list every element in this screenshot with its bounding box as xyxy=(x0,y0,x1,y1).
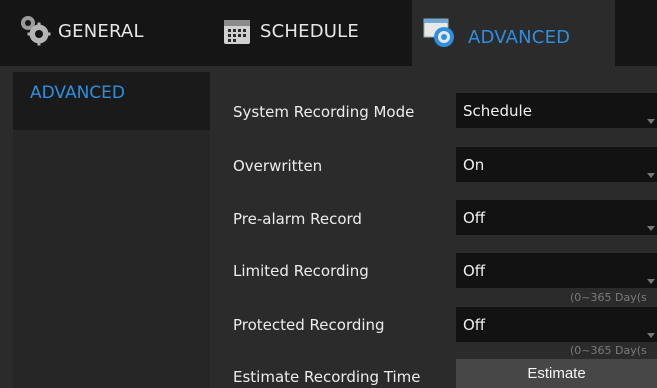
tab-schedule[interactable]: SCHEDULE xyxy=(220,0,359,66)
pre-alarm-record-value: Off xyxy=(463,208,486,227)
system-recording-mode-value: Schedule xyxy=(463,101,532,120)
system-recording-mode-select[interactable]: Schedule xyxy=(456,93,657,128)
pre-alarm-record-select[interactable]: Off xyxy=(456,200,657,235)
limited-recording-hint: (0~365 Day(s xyxy=(570,291,647,304)
gear-icon xyxy=(18,14,52,53)
protected-recording-hint: (0~365 Day(s xyxy=(570,344,647,357)
limited-recording-label: Limited Recording xyxy=(233,262,369,280)
calendar-icon xyxy=(220,14,254,53)
tab-advanced[interactable]: ADVANCED xyxy=(412,0,615,66)
estimate-button[interactable]: Estimate xyxy=(456,359,657,388)
sidebar-item-label: ADVANCED xyxy=(30,83,126,103)
chevron-down-icon xyxy=(647,333,655,338)
overwritten-value: On xyxy=(463,155,485,174)
protected-recording-label: Protected Recording xyxy=(233,316,385,334)
limited-recording-select[interactable]: Off xyxy=(456,253,657,288)
chevron-down-icon xyxy=(647,173,655,178)
chevron-down-icon xyxy=(647,279,655,284)
protected-recording-value: Off xyxy=(463,315,486,334)
protected-recording-select[interactable]: Off xyxy=(456,307,657,342)
top-tab-bar: GENERAL SCHEDULE ADVANCED xyxy=(0,0,657,66)
limited-recording-value: Off xyxy=(463,261,486,280)
tab-general[interactable]: GENERAL xyxy=(18,0,144,66)
sidebar-item-advanced[interactable]: ADVANCED xyxy=(13,72,210,130)
system-recording-mode-label: System Recording Mode xyxy=(233,103,415,121)
chevron-down-icon xyxy=(647,226,655,231)
tab-schedule-label: SCHEDULE xyxy=(260,20,359,42)
sidebar: ADVANCED xyxy=(13,72,210,388)
estimate-recording-time-label: Estimate Recording Time xyxy=(233,368,421,386)
overwritten-label: Overwritten xyxy=(233,157,323,175)
chevron-down-icon xyxy=(647,119,655,124)
tab-advanced-label: ADVANCED xyxy=(468,26,571,48)
tab-general-label: GENERAL xyxy=(58,20,144,42)
advanced-settings-icon xyxy=(422,16,458,55)
overwritten-select[interactable]: On xyxy=(456,147,657,182)
pre-alarm-record-label: Pre-alarm Record xyxy=(233,210,362,228)
